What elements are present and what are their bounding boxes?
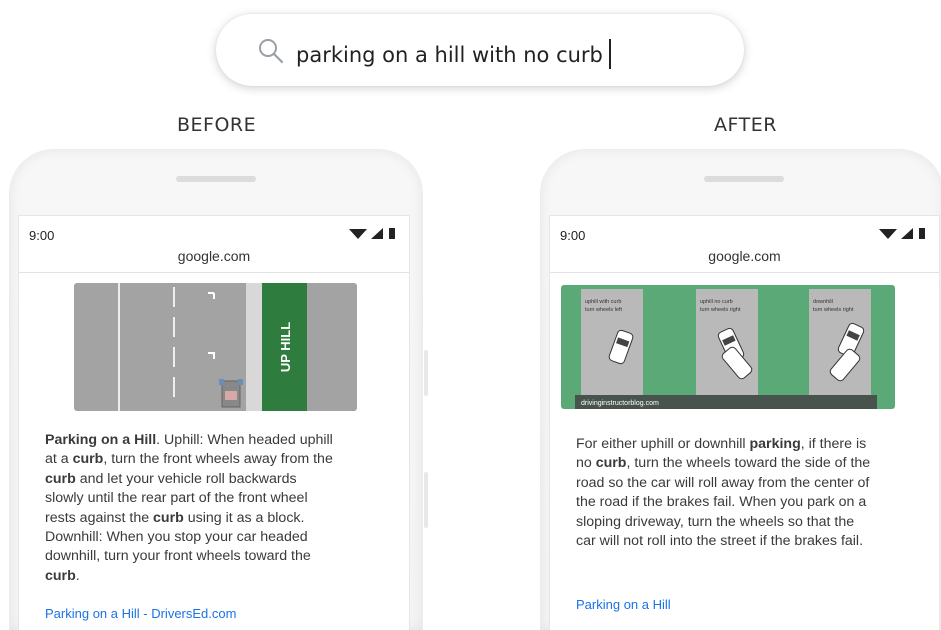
result-image[interactable]: UP HILL [74, 283, 357, 411]
phone-speaker [176, 176, 256, 182]
snippet-part: parking [749, 436, 801, 452]
after-phone: 9:00 google.com uphill with curb turn wh… [541, 150, 941, 630]
result-link[interactable]: Parking on a Hill [576, 597, 671, 612]
phone-speaker [704, 176, 784, 182]
snippet-part: Parking on a Hill [45, 432, 157, 448]
wifi-icon [349, 229, 367, 239]
phone-side-button [424, 472, 428, 528]
snippet-part: , turn the front wheels away from the [103, 451, 333, 468]
text-caret [608, 39, 611, 69]
snippet-part: curb [153, 509, 184, 526]
battery-icon [389, 228, 395, 239]
image-panel-text: turn wheels right [700, 307, 741, 313]
image-panel-text: uphill with curb [585, 299, 621, 305]
snippet-part: For either uphill or downhill [576, 436, 750, 452]
divider [550, 272, 939, 273]
signal-icon [901, 228, 913, 239]
phone-side-button [424, 350, 428, 396]
image-panel-text: downhill [813, 299, 833, 305]
status-time: 9:00 [560, 228, 586, 243]
search-input[interactable]: parking on a hill with no curb [296, 39, 611, 69]
snippet-part: . [75, 567, 80, 584]
wifi-icon [879, 229, 897, 239]
status-icons [349, 228, 395, 239]
url-bar[interactable]: google.com [550, 248, 939, 264]
after-label: AFTER [714, 114, 777, 136]
signal-icon [371, 228, 383, 239]
before-snippet: Parking on a Hill. Uphill: When headed u… [45, 431, 335, 586]
result-image[interactable]: uphill with curb turn wheels left uphill… [561, 285, 895, 409]
url-bar[interactable]: google.com [19, 248, 409, 264]
snippet-part: curb [45, 470, 76, 487]
status-icons [879, 228, 925, 239]
search-icon [259, 39, 284, 64]
search-query: parking on a hill with no curb [296, 43, 603, 67]
image-sign-text: UP HILL [278, 322, 293, 372]
image-caption: drivinginstructorblog.com [581, 400, 659, 407]
snippet-part: curb [72, 451, 104, 468]
before-label: BEFORE [177, 114, 257, 136]
before-screen: 9:00 google.com UP HILL Parking on a Hil… [19, 216, 409, 630]
search-bar[interactable]: parking on a hill with no curb [216, 14, 744, 86]
before-phone: 9:00 google.com UP HILL Parking on a Hil… [10, 150, 428, 630]
after-screen: 9:00 google.com uphill with curb turn wh… [550, 216, 939, 630]
image-panel-text: turn wheels right [813, 307, 854, 313]
image-panel-text: turn wheels left [585, 307, 622, 313]
snippet-part: curb [45, 567, 76, 584]
image-panel-text: uphill no curb [700, 299, 733, 305]
snippet-part: curb [595, 455, 627, 472]
divider [19, 272, 409, 273]
status-time: 9:00 [29, 228, 55, 243]
after-snippet: For either uphill or downhill parking, i… [576, 435, 876, 551]
battery-icon [919, 228, 925, 239]
